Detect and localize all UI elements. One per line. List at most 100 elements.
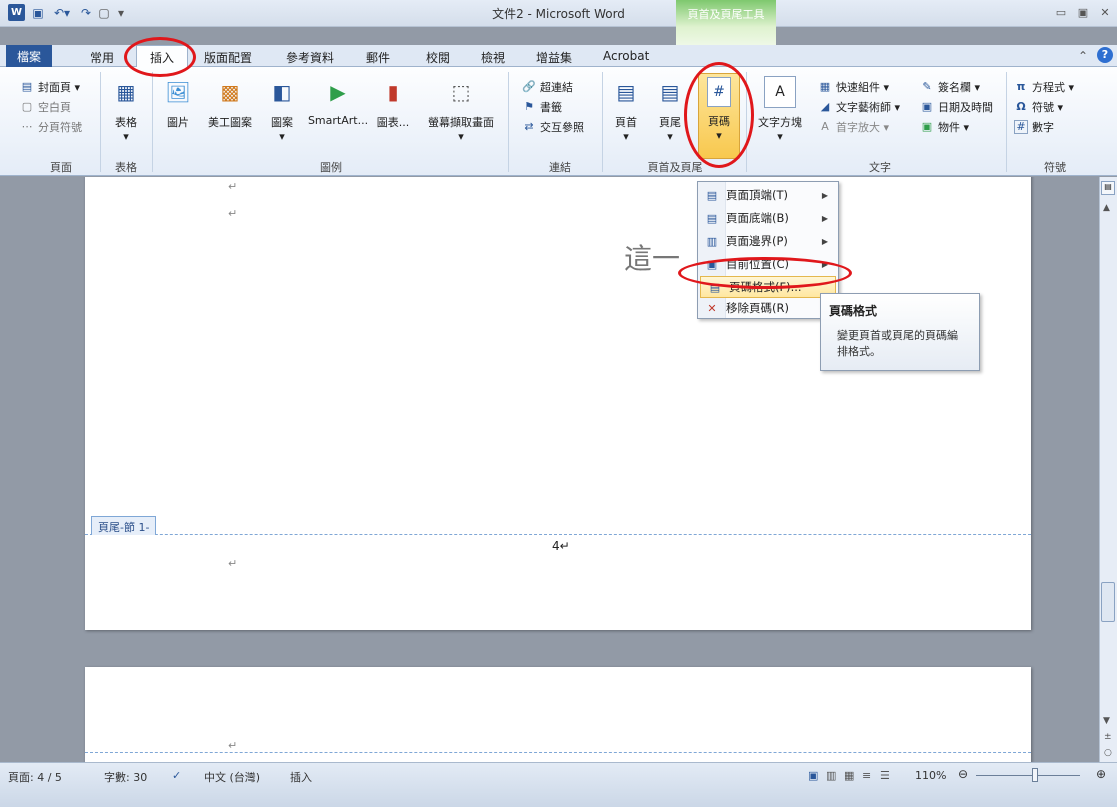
- textbox-button[interactable]: A 文字方塊 ▾: [754, 76, 806, 154]
- previous-page-icon[interactable]: ±: [1104, 732, 1112, 742]
- tab-references[interactable]: 參考資料: [278, 47, 342, 67]
- quick-parts-button[interactable]: ▦ 快速組件 ▾: [818, 78, 889, 95]
- save-icon[interactable]: ▣: [30, 4, 46, 22]
- draft-icon[interactable]: ☰: [880, 769, 890, 782]
- textbox-icon: A: [764, 76, 796, 108]
- zoom-in-icon[interactable]: ⊕: [1096, 767, 1106, 781]
- submenu-arrow-icon: ▶: [821, 213, 828, 223]
- group-label-symbols: 符號: [1044, 161, 1066, 174]
- zoom-slider[interactable]: [976, 775, 1080, 776]
- paragraph-mark: ↵: [228, 207, 238, 220]
- undo-icon[interactable]: ↶▾: [50, 4, 74, 22]
- date-time-button[interactable]: ▣ 日期及時間: [920, 98, 993, 115]
- minimize-ribbon-icon[interactable]: ⌃: [1078, 49, 1088, 63]
- status-word-count[interactable]: 字數: 30: [104, 769, 147, 785]
- zoom-out-icon[interactable]: ⊖: [958, 767, 968, 781]
- document-area[interactable]: ↵ ↵ 這一 頁尾-節 1- 4↵ ↵ ↵: [0, 177, 1099, 762]
- table-button[interactable]: ▦ 表格 ▾: [104, 76, 148, 154]
- zoom-slider-thumb[interactable]: [1032, 768, 1038, 782]
- group-label-header-footer: 頁首及頁尾: [647, 161, 703, 174]
- tab-acrobat[interactable]: Acrobat: [595, 47, 657, 67]
- document-page[interactable]: [85, 667, 1031, 762]
- minimize-icon[interactable]: ▭: [1052, 6, 1070, 22]
- page-break-button[interactable]: ⋯ 分頁符號: [20, 118, 83, 135]
- object-icon: ▣: [921, 120, 933, 133]
- tab-home[interactable]: 常用: [82, 47, 122, 67]
- omega-icon: Ω: [1016, 100, 1026, 113]
- redo-icon[interactable]: ↷: [78, 4, 94, 22]
- blank-page-icon: ▢: [21, 100, 33, 113]
- word-logo-icon[interactable]: W: [8, 4, 25, 21]
- menu-item-remove-page-numbers[interactable]: ✕ 移除頁碼(R): [698, 297, 838, 319]
- tab-file[interactable]: 檔案: [6, 45, 52, 67]
- group-separator: [508, 72, 509, 172]
- scroll-up-icon[interactable]: ▲: [1103, 203, 1110, 213]
- page-number-menu: ▤ 頁面頂端(T) ▶ ▤ 頁面底端(B) ▶ ▥ 頁面邊界(P) ▶ ▣ 目前位置(C) ▶ …: [697, 181, 839, 319]
- hyperlink-button[interactable]: 🔗 超連結: [522, 78, 573, 95]
- object-button[interactable]: ▣ 物件 ▾: [920, 118, 969, 135]
- footer-button[interactable]: ▤ 頁尾 ▾: [652, 76, 688, 154]
- menu-item-top-of-page[interactable]: ▤ 頁面頂端(T) ▶: [698, 184, 838, 206]
- group-separator: [1006, 72, 1007, 172]
- new-document-icon[interactable]: ▢: [96, 4, 112, 22]
- print-layout-icon[interactable]: ▣: [808, 769, 818, 782]
- group-label-text: 文字: [869, 161, 891, 174]
- hyperlink-icon: 🔗: [522, 80, 536, 93]
- full-screen-reading-icon[interactable]: ▥: [826, 769, 836, 782]
- tooltip-title: 頁碼格式: [829, 304, 878, 318]
- page-break-icon: ⋯: [21, 120, 33, 133]
- zoom-level[interactable]: 110%: [915, 769, 946, 782]
- tab-view[interactable]: 檢視: [473, 47, 513, 67]
- customize-qat-icon[interactable]: ▾: [114, 4, 128, 22]
- status-page[interactable]: 頁面: 4 / 5: [8, 769, 62, 785]
- signature-line-button[interactable]: ✎ 簽名欄 ▾: [920, 78, 980, 95]
- proofing-icon[interactable]: ✓: [172, 769, 181, 782]
- outline-icon[interactable]: ≡: [862, 769, 871, 782]
- close-icon[interactable]: ✕: [1096, 6, 1114, 22]
- footer-boundary: [85, 534, 1031, 535]
- drop-cap-button[interactable]: A 首字放大 ▾: [818, 118, 889, 135]
- wordart-button[interactable]: ◢ 文字藝術師 ▾: [818, 98, 900, 115]
- table-icon: ▦: [116, 80, 136, 104]
- tab-mailings[interactable]: 郵件: [358, 47, 398, 67]
- select-browse-object-icon[interactable]: ○: [1104, 748, 1112, 758]
- screenshot-icon: ⬚: [451, 80, 471, 104]
- status-mode[interactable]: 插入: [290, 769, 312, 785]
- help-icon[interactable]: ?: [1097, 47, 1113, 63]
- page-margin-icon: ▥: [706, 234, 718, 248]
- menu-item-bottom-of-page[interactable]: ▤ 頁面底端(B) ▶: [698, 207, 838, 229]
- scroll-down-icon[interactable]: ▼: [1103, 716, 1110, 726]
- tab-page-layout[interactable]: 版面配置: [196, 47, 260, 67]
- annotation-circle-page-number: [684, 62, 754, 168]
- chart-button[interactable]: ▮ 圖表...: [370, 76, 416, 154]
- tab-review[interactable]: 校閱: [418, 47, 458, 67]
- restore-icon[interactable]: ▣: [1074, 6, 1092, 22]
- cross-reference-button[interactable]: ⇄ 交互參照: [522, 118, 584, 135]
- cover-page-button[interactable]: ▤ 封面頁 ▾: [20, 78, 80, 95]
- clipart-button[interactable]: ▩ 美工圖案: [200, 76, 260, 154]
- symbol-button[interactable]: Ω 符號 ▾: [1014, 98, 1063, 115]
- web-layout-icon[interactable]: ▦: [844, 769, 854, 782]
- group-label-links: 連結: [549, 161, 571, 174]
- smartart-button[interactable]: ▶ SmartArt...: [306, 76, 370, 154]
- paragraph-mark: ↵: [228, 739, 238, 752]
- menu-item-page-margins[interactable]: ▥ 頁面邊界(P) ▶: [698, 230, 838, 252]
- picture-button[interactable]: 🖼 圖片: [158, 76, 198, 154]
- tab-addins[interactable]: 增益集: [528, 47, 580, 67]
- footer-page-number: 4↵: [552, 539, 570, 553]
- clipart-icon: ▩: [220, 80, 240, 104]
- blank-page-button[interactable]: ▢ 空白頁: [20, 98, 71, 115]
- vertical-scrollbar[interactable]: [1099, 177, 1117, 762]
- equation-button[interactable]: π 方程式 ▾: [1014, 78, 1074, 95]
- smartart-icon: ▶: [330, 80, 346, 104]
- ruler-toggle-icon[interactable]: ▤: [1101, 181, 1115, 195]
- screenshot-button[interactable]: ⬚ 螢幕擷取畫面 ▾: [418, 76, 504, 154]
- bookmark-button[interactable]: ⚑ 書籤: [522, 98, 562, 115]
- status-language[interactable]: 中文 (台灣): [204, 769, 260, 785]
- number-button[interactable]: # 數字: [1014, 118, 1054, 135]
- shapes-button[interactable]: ◧ 圖案 ▾: [262, 76, 302, 154]
- header-button[interactable]: ▤ 頁首 ▾: [608, 76, 644, 154]
- scrollbar-thumb[interactable]: [1101, 582, 1115, 622]
- document-page[interactable]: [85, 177, 1031, 630]
- remove-page-number-icon: ✕: [707, 301, 717, 315]
